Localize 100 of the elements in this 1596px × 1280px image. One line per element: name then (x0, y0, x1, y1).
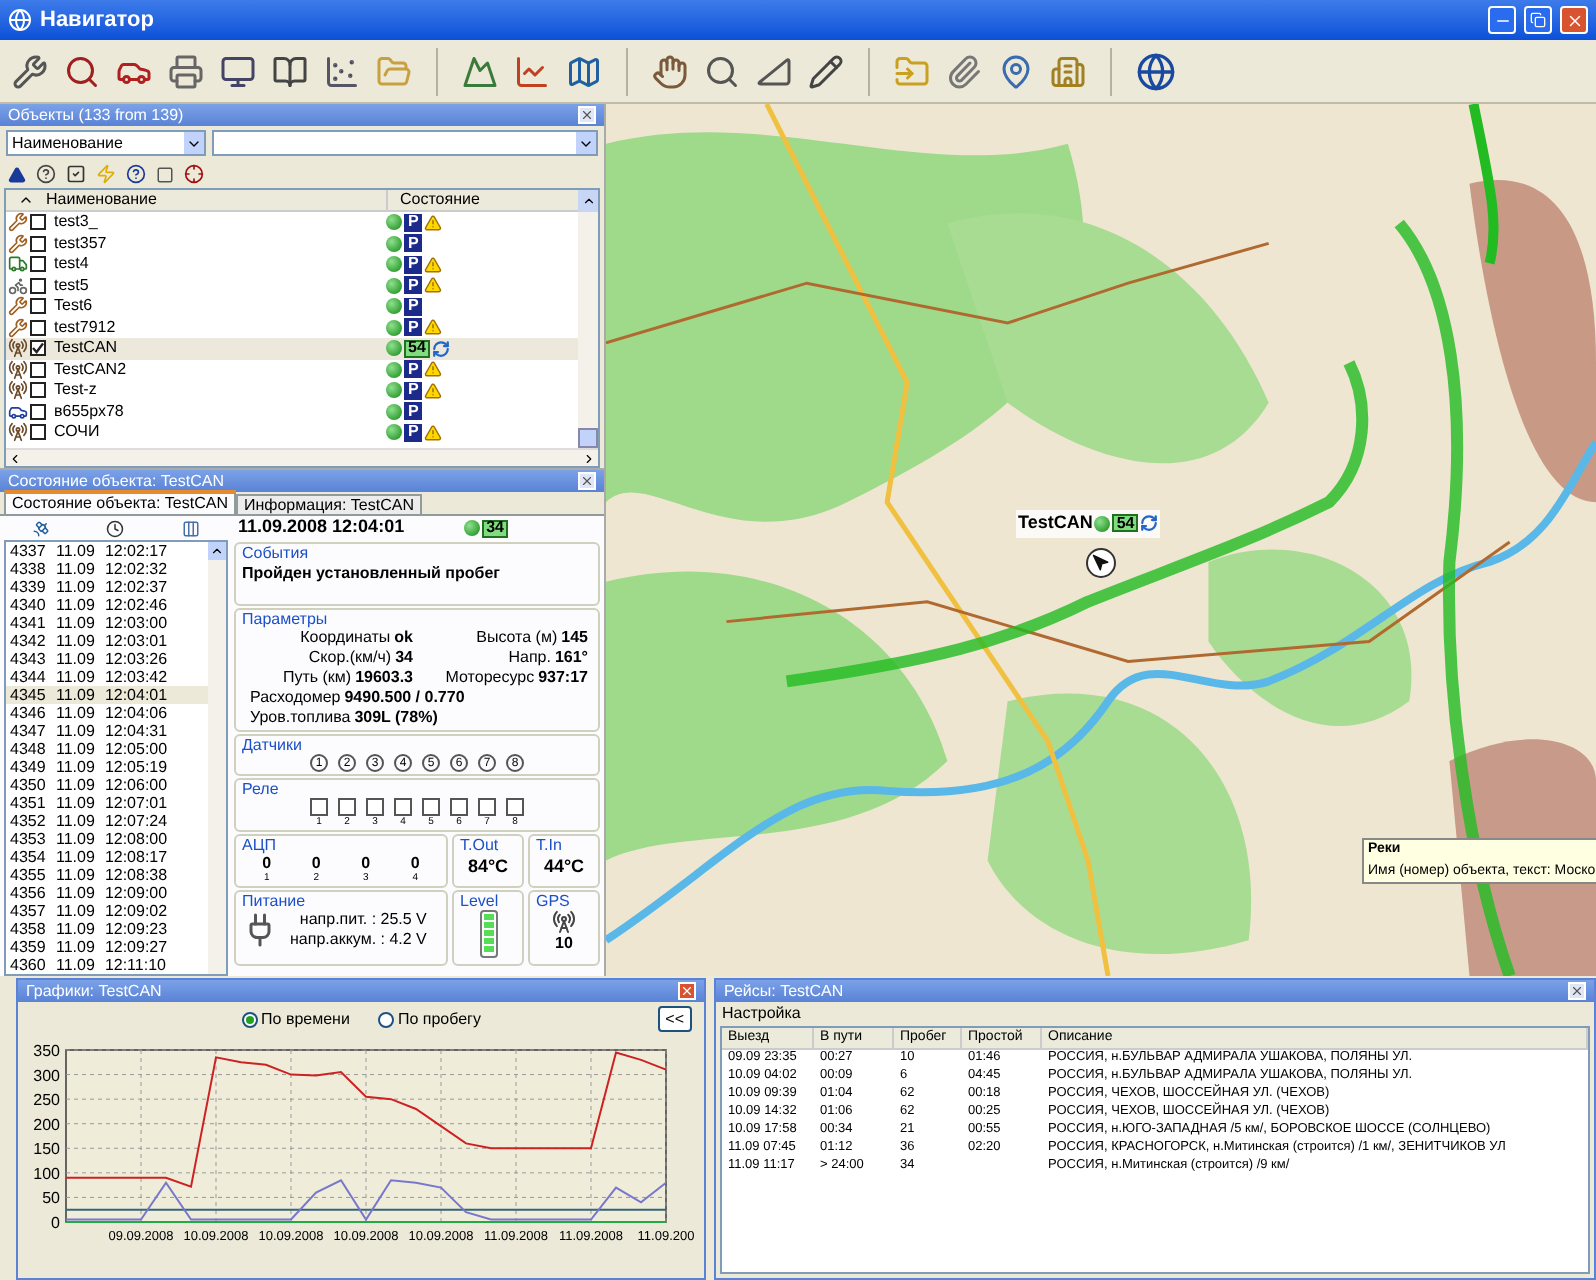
object-row[interactable]: в655рх78 P (6, 401, 578, 422)
hand-icon[interactable] (652, 53, 688, 89)
map-icon[interactable] (566, 53, 602, 89)
relay-checkbox[interactable] (338, 798, 356, 816)
relay-checkbox[interactable] (366, 798, 384, 816)
checkbox[interactable] (30, 403, 46, 420)
relay-checkbox[interactable] (478, 798, 496, 816)
map-pin-icon[interactable] (998, 53, 1034, 89)
object-row[interactable]: TestCAN 54 (6, 338, 578, 359)
log-row[interactable]: 4347 11.09 12:04:31 (6, 722, 208, 740)
radio-option[interactable]: По времени (241, 1008, 350, 1032)
restore-button[interactable] (1524, 6, 1552, 34)
close-button[interactable] (578, 106, 596, 124)
triangle-ruler-icon[interactable] (756, 53, 792, 89)
log-row[interactable]: 4346 11.09 12:04:06 (6, 704, 208, 722)
book-icon[interactable] (272, 53, 308, 89)
log-row[interactable]: 4342 11.09 12:03:01 (6, 632, 208, 650)
checkbox[interactable] (30, 424, 46, 441)
checkbox[interactable] (30, 382, 46, 399)
scroll-up-icon[interactable] (581, 193, 595, 207)
checkbox[interactable] (30, 340, 46, 357)
vehicle-marker[interactable]: TestCAN 54 (1016, 510, 1161, 537)
window-title: Навигатор (40, 5, 156, 36)
checkbox[interactable] (30, 319, 46, 336)
object-row[interactable]: Test-z P (6, 380, 578, 401)
dropdown[interactable]: Наименование (6, 130, 206, 156)
log-row[interactable]: 4357 11.09 12:09:02 (6, 902, 208, 920)
relay-checkbox[interactable] (450, 798, 468, 816)
object-row[interactable]: test4 P (6, 254, 578, 275)
column-header[interactable]: Наименование (46, 190, 386, 212)
relay-checkbox[interactable] (310, 798, 328, 816)
search-icon[interactable] (704, 53, 740, 89)
log-row[interactable]: 4343 11.09 12:03:26 (6, 650, 208, 668)
log-row[interactable]: 4350 11.09 12:06:00 (6, 776, 208, 794)
building-icon[interactable] (1050, 53, 1086, 89)
checkbox[interactable] (30, 235, 46, 252)
line-chart-icon[interactable] (514, 53, 550, 89)
columns-icon[interactable] (181, 519, 200, 537)
mountain-road-icon[interactable] (462, 53, 498, 89)
log-row[interactable]: 4344 11.09 12:03:42 (6, 668, 208, 686)
checkbox[interactable] (30, 256, 46, 273)
log-row[interactable]: 4339 11.09 12:02:37 (6, 578, 208, 596)
scroll-left-icon[interactable] (8, 451, 22, 465)
checkbox[interactable] (30, 298, 46, 315)
satellite-icon[interactable] (32, 519, 51, 537)
object-row[interactable]: Test6 P (6, 296, 578, 317)
log-row[interactable]: 4337 11.09 12:02:17 (6, 542, 208, 560)
scroll-up-icon[interactable] (210, 544, 224, 558)
object-row[interactable]: test7912 P (6, 317, 578, 338)
log-row[interactable]: 4360 11.09 12:11:10 (6, 956, 208, 974)
close-button[interactable] (578, 472, 596, 490)
object-row[interactable]: test5 P (6, 275, 578, 296)
tab[interactable]: Информация: TestCAN (235, 494, 422, 514)
object-row[interactable]: test3_ P (6, 212, 578, 233)
log-row[interactable]: 4353 11.09 12:08:00 (6, 830, 208, 848)
printer-icon[interactable] (168, 53, 204, 89)
minimize-button[interactable] (1488, 6, 1516, 34)
search-icon[interactable] (64, 53, 100, 89)
scatter-chart-icon[interactable] (324, 53, 360, 89)
relay-checkbox[interactable] (506, 798, 524, 816)
object-row[interactable]: test357 P (6, 233, 578, 254)
close-button[interactable] (1568, 982, 1586, 1000)
log-row[interactable]: 4356 11.09 12:09:00 (6, 884, 208, 902)
log-row[interactable]: 4349 11.09 12:05:19 (6, 758, 208, 776)
wrench-icon[interactable] (12, 53, 48, 89)
log-row[interactable]: 4338 11.09 12:02:32 (6, 560, 208, 578)
object-row[interactable]: TestCAN2 P (6, 359, 578, 380)
help-icon[interactable] (36, 164, 56, 184)
monitor-icon[interactable] (220, 53, 256, 89)
log-row[interactable]: 4358 11.09 12:09:23 (6, 920, 208, 938)
menu-item[interactable]: Настройка (722, 1002, 801, 1026)
relay-checkbox[interactable] (394, 798, 412, 816)
relay-checkbox[interactable] (422, 798, 440, 816)
close-button[interactable] (678, 982, 696, 1000)
scroll-right-icon[interactable] (582, 451, 596, 465)
paperclip-icon[interactable] (946, 53, 982, 89)
log-row[interactable]: 4348 11.09 12:05:00 (6, 740, 208, 758)
globe-icon[interactable] (1136, 51, 1176, 91)
checkbox[interactable] (30, 361, 46, 378)
log-row[interactable]: 4352 11.09 12:07:24 (6, 812, 208, 830)
clock-icon[interactable] (106, 519, 125, 537)
collapse-button[interactable]: << (657, 1006, 692, 1032)
crosshair-icon[interactable] (184, 164, 204, 184)
log-row[interactable]: 4355 11.09 12:08:38 (6, 866, 208, 884)
close-button[interactable] (1560, 6, 1588, 34)
tab[interactable]: Состояние объекта: TestCAN (4, 490, 236, 514)
log-row[interactable]: 4351 11.09 12:07:01 (6, 794, 208, 812)
object-row[interactable]: СОЧИ P (6, 422, 578, 443)
checkbox[interactable] (30, 214, 46, 231)
question-icon[interactable] (126, 164, 146, 184)
log-row[interactable]: 4340 11.09 12:02:46 (6, 596, 208, 614)
log-row[interactable]: 4354 11.09 12:08:17 (6, 848, 208, 866)
pencil-icon[interactable] (808, 53, 844, 89)
log-row[interactable]: 4341 11.09 12:03:00 (6, 614, 208, 632)
log-row[interactable]: 4345 11.09 12:04:01 (6, 686, 208, 704)
checkbox[interactable] (30, 277, 46, 294)
square-icon[interactable] (156, 165, 174, 183)
radio-option[interactable]: По пробегу (377, 1008, 481, 1032)
log-row[interactable]: 4359 11.09 12:09:27 (6, 938, 208, 956)
checkbox-icon[interactable] (66, 164, 86, 184)
